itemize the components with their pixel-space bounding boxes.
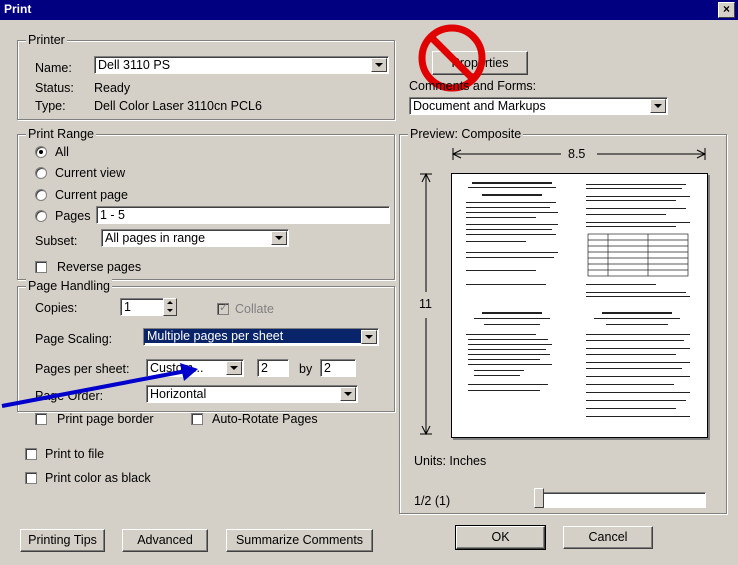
summarize-comments-button[interactable]: Summarize Comments bbox=[226, 529, 373, 552]
close-icon: × bbox=[722, 2, 730, 16]
type-label: Type: bbox=[35, 99, 66, 113]
radio-pages-label: Pages bbox=[55, 209, 91, 223]
chevron-down-icon[interactable] bbox=[271, 231, 287, 245]
reverse-pages-label: Reverse pages bbox=[57, 260, 142, 274]
page-scaling-select[interactable]: Multiple pages per sheet bbox=[143, 328, 379, 346]
preview-height-label: 11 bbox=[419, 297, 432, 311]
pages-input[interactable]: 1 - 5 bbox=[96, 206, 390, 224]
page-handling-legend: Page Handling bbox=[26, 279, 113, 293]
preview-thumbnails bbox=[466, 182, 690, 417]
radio-all-label: All bbox=[55, 145, 69, 159]
summarize-comments-label: Summarize Comments bbox=[235, 533, 364, 547]
status-label: Status: bbox=[35, 81, 74, 95]
copies-stepper[interactable] bbox=[163, 298, 177, 316]
comments-label: Comments and Forms: bbox=[409, 79, 537, 93]
status-value: Ready bbox=[94, 81, 131, 95]
by-label: by bbox=[299, 362, 313, 376]
reverse-pages-checkbox[interactable] bbox=[35, 261, 47, 273]
print-to-file-label: Print to file bbox=[45, 447, 105, 461]
printing-tips-button[interactable]: Printing Tips bbox=[20, 529, 105, 552]
ok-label: OK bbox=[491, 530, 510, 544]
collate-checkbox[interactable] bbox=[217, 301, 229, 315]
preview-page-slider[interactable] bbox=[534, 492, 706, 508]
units-label: Units: Inches bbox=[414, 454, 487, 468]
collate-label: Collate bbox=[235, 302, 274, 316]
print-range-legend: Print Range bbox=[26, 127, 97, 141]
print-to-file-checkbox[interactable] bbox=[25, 448, 37, 460]
page-count-label: 1/2 (1) bbox=[414, 494, 451, 508]
printing-tips-label: Printing Tips bbox=[28, 533, 97, 547]
chevron-down-icon[interactable] bbox=[340, 387, 356, 401]
advanced-button[interactable]: Advanced bbox=[122, 529, 208, 552]
print-border-label: Print page border bbox=[57, 412, 154, 426]
name-label: Name: bbox=[35, 61, 72, 75]
page-scaling-value: Multiple pages per sheet bbox=[144, 329, 361, 343]
radio-current-view-label: Current view bbox=[55, 166, 126, 180]
radio-current-page[interactable] bbox=[35, 189, 47, 201]
type-value: Dell Color Laser 3110cn PCL6 bbox=[94, 99, 262, 113]
radio-current-view[interactable] bbox=[35, 167, 47, 179]
radio-pages[interactable] bbox=[35, 210, 47, 222]
chevron-down-icon[interactable] bbox=[361, 330, 377, 344]
comments-value: Document and Markups bbox=[413, 99, 546, 113]
pages-per-sheet-x-input[interactable]: 2 bbox=[257, 359, 289, 377]
chevron-down-icon[interactable] bbox=[226, 361, 242, 375]
printer-name-value: Dell 3110 PS bbox=[98, 58, 171, 72]
advanced-label: Advanced bbox=[137, 533, 193, 547]
window-title: Print bbox=[4, 2, 32, 16]
subset-label: Subset: bbox=[35, 234, 78, 248]
pages-per-sheet-y-input[interactable]: 2 bbox=[320, 359, 356, 377]
close-button[interactable]: × bbox=[718, 2, 735, 18]
printer-name-select[interactable]: Dell 3110 PS bbox=[94, 56, 389, 74]
ok-button[interactable]: OK bbox=[455, 525, 546, 550]
cancel-button[interactable]: Cancel bbox=[563, 526, 653, 549]
radio-all[interactable] bbox=[35, 146, 47, 158]
preview-slider-thumb[interactable] bbox=[534, 488, 544, 508]
preview-legend: Preview: Composite bbox=[408, 127, 524, 141]
preview-width-label: 8.5 bbox=[568, 147, 586, 161]
print-black-checkbox[interactable] bbox=[25, 472, 37, 484]
subset-select[interactable]: All pages in range bbox=[101, 229, 289, 247]
arrow-annotation-icon bbox=[1, 363, 198, 408]
chevron-down-icon[interactable] bbox=[371, 58, 387, 72]
preview-page bbox=[451, 173, 708, 438]
cancel-label: Cancel bbox=[588, 530, 628, 544]
print-black-label: Print color as black bbox=[45, 471, 151, 485]
auto-rotate-checkbox[interactable] bbox=[191, 413, 203, 425]
printer-legend: Printer bbox=[26, 33, 67, 47]
chevron-down-icon[interactable] bbox=[650, 99, 666, 113]
page-scaling-label: Page Scaling: bbox=[35, 332, 113, 346]
copies-input[interactable]: 1 bbox=[120, 298, 164, 316]
auto-rotate-label: Auto-Rotate Pages bbox=[212, 412, 318, 426]
comments-select[interactable]: Document and Markups bbox=[409, 97, 668, 115]
title-bar: Print × bbox=[0, 0, 738, 20]
subset-value: All pages in range bbox=[105, 231, 206, 245]
copies-label: Copies: bbox=[35, 301, 78, 315]
print-border-checkbox[interactable] bbox=[35, 413, 47, 425]
radio-current-page-label: Current page bbox=[55, 188, 128, 202]
